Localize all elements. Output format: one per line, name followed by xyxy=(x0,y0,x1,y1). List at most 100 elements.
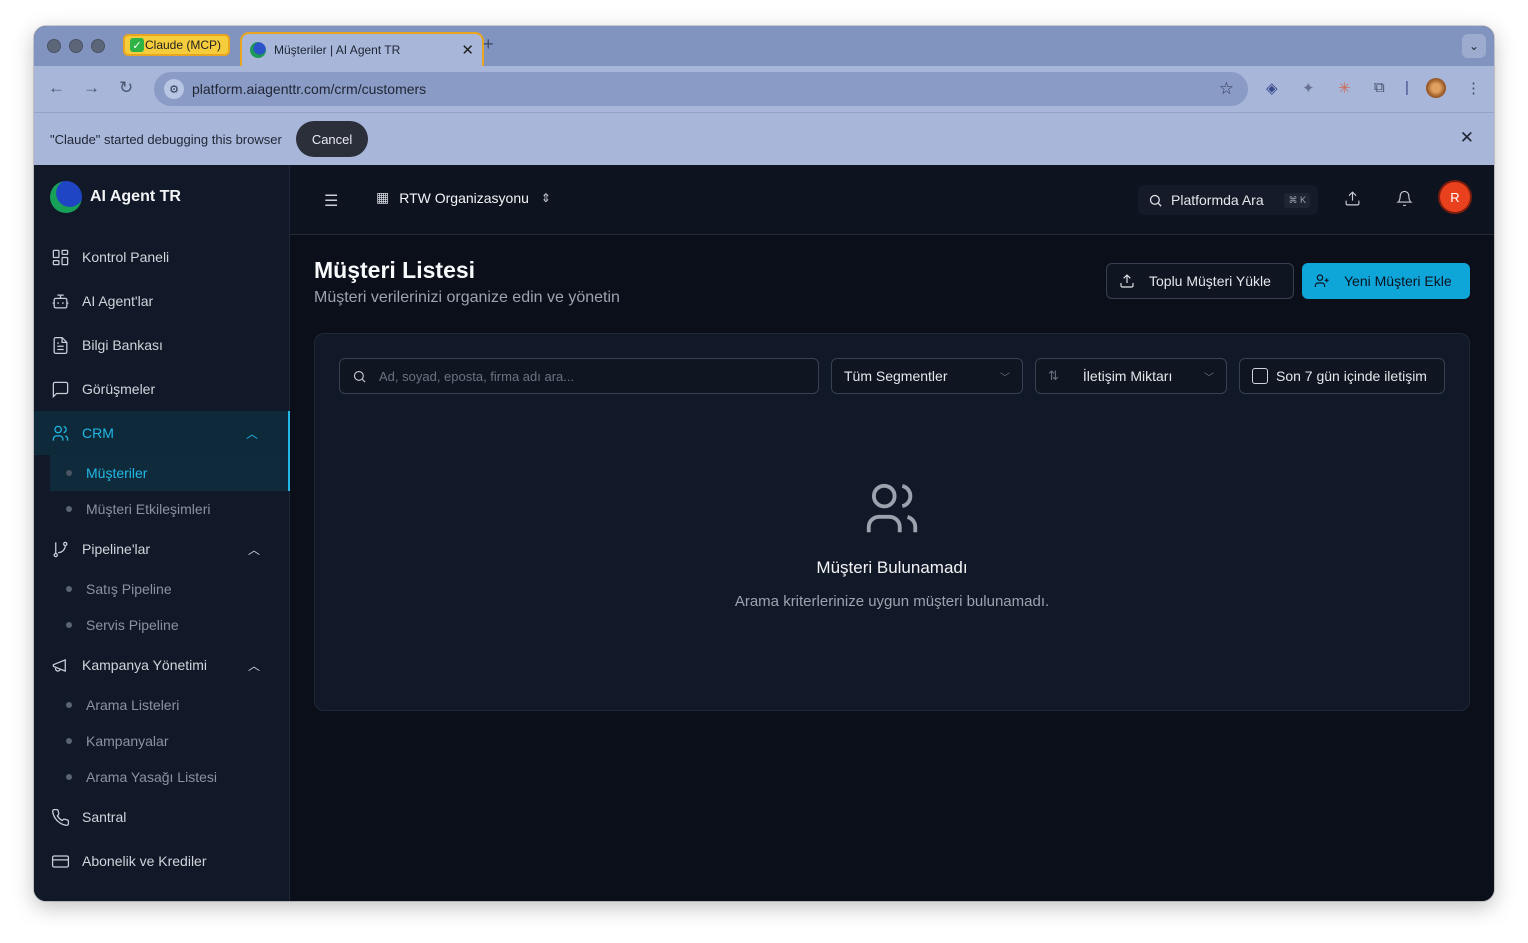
bookmark-star-icon[interactable]: ☆ xyxy=(1219,79,1234,99)
user-avatar[interactable]: R xyxy=(1440,182,1470,212)
sidebar-subitem-do-not-call-list[interactable]: Arama Yasağı Listesi xyxy=(34,759,290,795)
bell-icon[interactable] xyxy=(1396,190,1413,211)
tab-title: Müşteriler | AI Agent TR xyxy=(274,43,401,57)
keyboard-shortcut: ⌘ K xyxy=(1284,192,1310,208)
minimize-window-button[interactable] xyxy=(69,39,83,53)
chevron-down-icon: ⌄ xyxy=(1468,39,1480,53)
close-infobar-icon[interactable]: ✕ xyxy=(1460,128,1474,148)
platform-search-button[interactable]: Platformda Ara ⌘ K xyxy=(1138,185,1318,215)
chevrons-up-down-icon: ⇕ xyxy=(540,190,551,205)
sidebar: AI Agent TR Kontrol Paneli AI Agent'lar … xyxy=(34,165,290,901)
toolbar-divider: | xyxy=(1405,79,1409,96)
git-branch-icon xyxy=(50,539,70,559)
sidebar-subitem-customer-interactions[interactable]: Müşteri Etkileşimleri xyxy=(34,491,290,527)
bulk-upload-button[interactable]: Toplu Müşteri Yükle xyxy=(1106,263,1294,299)
sidebar-item-subscription-credits[interactable]: Abonelik ve Krediler xyxy=(34,839,290,883)
page-title: Müşteri Listesi xyxy=(314,257,476,283)
chevron-up-icon[interactable]: ︿ xyxy=(248,541,260,558)
sort-select[interactable]: ⇅ İletişim Miktarı ﹀ xyxy=(1035,358,1227,394)
close-window-button[interactable] xyxy=(47,39,61,53)
bullet-icon xyxy=(66,738,72,744)
bot-icon xyxy=(50,291,70,311)
bulk-upload-label: Toplu Müşteri Yükle xyxy=(1149,273,1271,289)
upload-icon xyxy=(1119,273,1135,289)
tab-group-claude[interactable]: ✓ Claude (MCP) xyxy=(123,34,231,56)
sidebar-nav: Kontrol Paneli AI Agent'lar Bilgi Bankas… xyxy=(34,235,290,883)
extension-tag-icon[interactable]: ◈ xyxy=(1266,79,1278,97)
sort-arrows-icon: ⇅ xyxy=(1048,368,1059,383)
upload-icon[interactable] xyxy=(1344,190,1361,211)
sidebar-item-label: Bilgi Bankası xyxy=(82,337,163,353)
sidebar-item-label: Pipeline'lar xyxy=(82,541,151,557)
sidebar-subitem-campaigns[interactable]: Kampanyalar xyxy=(34,723,290,759)
url-text[interactable]: platform.aiagenttr.com/crm/customers xyxy=(192,81,1219,97)
sidebar-item-conversations[interactable]: Görüşmeler xyxy=(34,367,290,411)
site-info-icon[interactable]: ⚙ xyxy=(164,79,184,99)
address-bar[interactable]: ⚙ platform.aiagenttr.com/crm/customers ☆ xyxy=(154,72,1248,106)
bullet-icon xyxy=(66,702,72,708)
chevron-down-icon: ﹀ xyxy=(1204,372,1214,384)
forward-button[interactable]: → xyxy=(83,78,100,98)
sidebar-item-campaign-management[interactable]: Kampanya Yönetimi ︿ xyxy=(34,643,290,687)
sidebar-subitem-label: Satış Pipeline xyxy=(86,581,172,597)
sidebar-item-pipelines[interactable]: Pipeline'lar ︿ xyxy=(34,527,290,571)
chevron-up-icon[interactable]: ︿ xyxy=(246,425,258,442)
cancel-debugging-button[interactable]: Cancel xyxy=(295,121,369,157)
sidebar-item-knowledge-base[interactable]: Bilgi Bankası xyxy=(34,323,290,367)
back-button[interactable]: ← xyxy=(48,78,65,98)
more-menu-icon[interactable]: ⋮ xyxy=(1466,79,1481,97)
sidebar-subitem-label: Arama Yasağı Listesi xyxy=(86,769,217,785)
customer-list-card: Ad, soyad, eposta, firma adı ara... Tüm … xyxy=(314,333,1470,711)
profile-avatar[interactable] xyxy=(1426,78,1446,98)
tab-search-button[interactable]: ⌄ xyxy=(1462,34,1486,58)
sidebar-item-label: Kontrol Paneli xyxy=(82,249,170,265)
chevron-up-icon[interactable]: ︿ xyxy=(248,657,260,674)
add-customer-button[interactable]: Yeni Müşteri Ekle xyxy=(1302,263,1470,299)
tab-active[interactable]: Müşteriler | AI Agent TR ✕ xyxy=(240,32,484,66)
extension-claude-icon[interactable]: ✳ xyxy=(1338,79,1351,97)
customer-search-input[interactable]: Ad, soyad, eposta, firma adı ara... xyxy=(339,358,819,394)
bullet-icon xyxy=(66,622,72,628)
sidebar-subitem-sales-pipeline[interactable]: Satış Pipeline xyxy=(34,571,290,607)
menu-toggle-icon[interactable]: ☰ xyxy=(324,191,338,211)
brand[interactable]: AI Agent TR xyxy=(50,181,181,213)
close-tab-icon[interactable]: ✕ xyxy=(461,41,474,59)
sidebar-subitem-service-pipeline[interactable]: Servis Pipeline xyxy=(34,607,290,643)
top-bar: ☰ ▦ RTW Organizasyonu ⇕ Platformda Ara ⌘… xyxy=(290,165,1494,235)
segment-select[interactable]: Tüm Segmentler ﹀ xyxy=(831,358,1023,394)
platform-search-label: Platformda Ara xyxy=(1171,192,1264,208)
sidebar-subitem-label: Müşteriler xyxy=(86,465,148,481)
app: AI Agent TR Kontrol Paneli AI Agent'lar … xyxy=(34,165,1494,901)
sidebar-item-dashboard[interactable]: Kontrol Paneli xyxy=(34,235,290,279)
bullet-icon xyxy=(66,774,72,780)
sidebar-subitem-customers[interactable]: Müşteriler xyxy=(50,455,290,491)
maximize-window-button[interactable] xyxy=(91,39,105,53)
browser-toolbar: ← → ↻ ⚙ platform.aiagenttr.com/crm/custo… xyxy=(34,66,1494,112)
sidebar-item-switchboard[interactable]: Santral xyxy=(34,795,290,839)
sidebar-subitem-call-lists[interactable]: Arama Listeleri xyxy=(34,687,290,723)
page-subtitle: Müşteri verilerinizi organize edin ve yö… xyxy=(314,289,620,306)
message-square-icon xyxy=(50,379,70,399)
empty-state-title: Müşteri Bulunamadı xyxy=(816,558,968,577)
recent-contact-filter[interactable]: Son 7 gün içinde iletişim xyxy=(1239,358,1445,394)
megaphone-icon xyxy=(50,655,70,675)
sidebar-item-label: Abonelik ve Krediler xyxy=(82,853,207,869)
sidebar-subitem-label: Kampanyalar xyxy=(86,733,169,749)
sidebar-item-ai-agents[interactable]: AI Agent'lar xyxy=(34,279,290,323)
recent-contact-checkbox[interactable] xyxy=(1252,368,1268,384)
sidebar-item-crm[interactable]: CRM ︿ xyxy=(34,411,290,455)
sidebar-subitem-label: Müşteri Etkileşimleri xyxy=(86,501,211,517)
extension-puzzle-icon[interactable]: ✦ xyxy=(1302,79,1315,97)
search-placeholder: Ad, soyad, eposta, firma adı ara... xyxy=(379,368,575,384)
new-tab-button[interactable]: + xyxy=(483,34,494,55)
organization-switcher[interactable]: ▦ RTW Organizasyonu ⇕ xyxy=(376,189,551,206)
reload-button[interactable]: ↻ xyxy=(119,78,133,98)
add-customer-label: Yeni Müşteri Ekle xyxy=(1344,273,1452,289)
debugging-infobar: "Claude" started debugging this browser … xyxy=(34,112,1494,165)
extensions-icon[interactable]: ⧉ xyxy=(1374,79,1385,96)
debugging-message: "Claude" started debugging this browser xyxy=(50,131,282,147)
sidebar-subitem-label: Servis Pipeline xyxy=(86,617,179,633)
chevron-down-icon: ﹀ xyxy=(1000,372,1010,384)
sidebar-subitem-label: Arama Listeleri xyxy=(86,697,180,713)
building-icon: ▦ xyxy=(376,189,390,205)
